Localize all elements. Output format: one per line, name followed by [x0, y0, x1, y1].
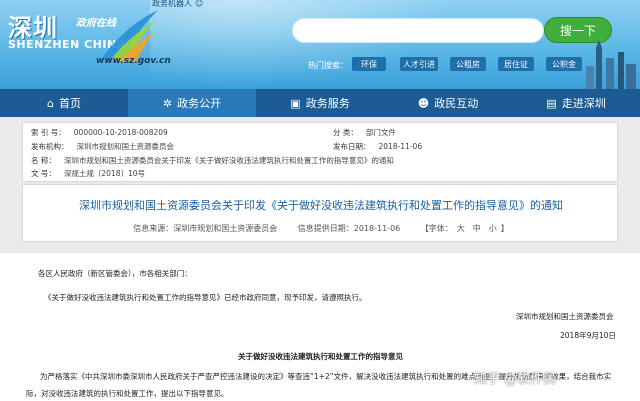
font-small-link[interactable]: 小: [489, 224, 497, 233]
font-size-close: 】: [500, 224, 509, 233]
meta-index-value: 000000-10-2018-008209: [73, 128, 168, 137]
hot-tag-housing[interactable]: 公租房: [450, 57, 486, 71]
hot-tag-residence[interactable]: 居住证: [498, 57, 534, 71]
signature-date: 2018年9月10日: [560, 331, 616, 340]
meta-date-key: 发布日期：: [333, 142, 371, 151]
top-link-robot[interactable]: 政务机器人 ☺: [152, 0, 203, 9]
signature: 深圳市规划和国土资源委员会: [516, 312, 614, 321]
meta-docno-value: 深规土规〔2018〕10号: [63, 169, 146, 178]
meta-category-key: 分 类：: [333, 128, 358, 137]
document-title-box: 深圳市规划和国土资源委员会关于印发《关于做好没收违法建筑执行和处置工作的指导意见…: [22, 184, 618, 242]
meta-name-value: 深圳市规划和国土资源委员会关于印发《关于做好没收违法建筑执行和处置工作的指导意见…: [63, 156, 394, 165]
robot-icon: ☺: [195, 0, 204, 8]
body-paragraph-1: 《关于做好没收违法建筑执行和处置工作的指导意见》已经市政府同意，现予印发，请遵照…: [44, 293, 367, 302]
site-logo[interactable]: 深圳 政府在线 SHENZHEN CHINA www.sz.gov.cn: [4, 6, 174, 76]
nav-home[interactable]: ⌂ 首页: [0, 89, 128, 117]
site-url: www.sz.gov.cn: [96, 56, 171, 66]
nav-gov-service-label: 政务服务: [305, 97, 350, 110]
meta-date: 发布日期： 2018-11-06: [333, 141, 422, 152]
nav-gov-open[interactable]: ✲ 政务公开: [128, 89, 256, 117]
document-info-line: 信息来源：深圳市规划和国土资源委员会 信息提供日期：2018-11-06 【字体…: [23, 223, 619, 234]
people-icon: ☻: [417, 96, 430, 110]
nav-gov-service[interactable]: ▣ 政务服务: [256, 89, 384, 117]
nav-gov-open-label: 政务公开: [177, 97, 222, 110]
search-box[interactable]: [292, 18, 544, 43]
site-header: 深圳 政府在线 SHENZHEN CHINA www.sz.gov.cn 政务机…: [0, 0, 640, 89]
hot-tag-talent[interactable]: 人才引进: [400, 57, 438, 71]
nav-home-label: 首页: [58, 97, 81, 110]
font-size-label: 【字体：: [420, 224, 453, 233]
document-subtitle: 关于做好没收违法建筑执行和处置工作的指导意见: [238, 352, 403, 361]
nav-interaction-label: 政民互动: [434, 97, 479, 110]
gear-icon: ✲: [162, 96, 173, 110]
nav-about-sz[interactable]: ▤ 走进深圳: [512, 89, 640, 117]
hot-search-label: 热门搜索：: [308, 61, 348, 70]
meta-issuer-key: 发布机构：: [31, 142, 69, 151]
hot-tag-fund[interactable]: 公积金: [546, 57, 582, 71]
meta-index: 索 引 号： 000000-10-2018-008209: [31, 127, 168, 138]
top-link-label: 政务机器人: [152, 0, 192, 8]
meta-name: 名 称： 深圳市规划和国土资源委员会关于印发《关于做好没收违法建筑执行和处置工作的…: [31, 155, 394, 166]
header-sky-glow: [150, 0, 450, 89]
source-value: 深圳市规划和国土资源委员会: [173, 224, 278, 233]
building-icon: ▤: [546, 96, 557, 110]
hot-tag-env[interactable]: 环保: [352, 57, 386, 71]
search-input[interactable]: [305, 20, 505, 43]
document-title: 深圳市规划和国土资源委员会关于印发《关于做好没收违法建筑执行和处置工作的指导意见…: [79, 199, 563, 212]
nav-about-sz-label: 走进深圳: [561, 97, 606, 110]
nav-interaction[interactable]: ☻ 政民互动: [384, 89, 512, 117]
meta-docno: 文 号： 深规土规〔2018〕10号: [31, 168, 145, 179]
skyline-illustration: [586, 40, 636, 89]
meta-date-value: 2018-11-06: [378, 142, 423, 151]
meta-name-key: 名 称：: [31, 156, 56, 165]
font-medium-link[interactable]: 中: [473, 224, 481, 233]
meta-category-value: 部门文件: [365, 128, 396, 137]
main-nav: ⌂ 首页 ✲ 政务公开 ▣ 政务服务 ☻ 政民互动 ▤ 走进深圳: [0, 89, 640, 117]
provide-date-value: 2018-11-06: [353, 224, 401, 233]
meta-docno-key: 文 号：: [31, 169, 56, 178]
salutation: 各区人民政府（新区管委会），市各相关部门：: [38, 269, 192, 278]
document-meta-box: 索 引 号： 000000-10-2018-008209 分 类： 部门文件 发布机…: [22, 122, 618, 182]
meta-category: 分 类： 部门文件: [333, 127, 396, 138]
meta-issuer: 发布机构： 深圳市规划和国土资源委员会: [31, 141, 174, 152]
meta-issuer-value: 深圳市规划和国土资源委员会: [76, 142, 175, 151]
body-paragraph-3: 际，对没收违法建筑的执行和处置工作，提出以下指导意见。: [26, 389, 229, 398]
briefcase-icon: ▣: [290, 96, 301, 110]
meta-index-key: 索 引 号：: [31, 128, 66, 137]
home-icon: ⌂: [47, 96, 54, 110]
font-large-link[interactable]: 大: [457, 224, 465, 233]
source-label: 信息来源：: [133, 224, 174, 233]
provide-date-label: 信息提供日期：: [297, 224, 354, 233]
watermark: 知乎 @软件民: [474, 372, 557, 387]
